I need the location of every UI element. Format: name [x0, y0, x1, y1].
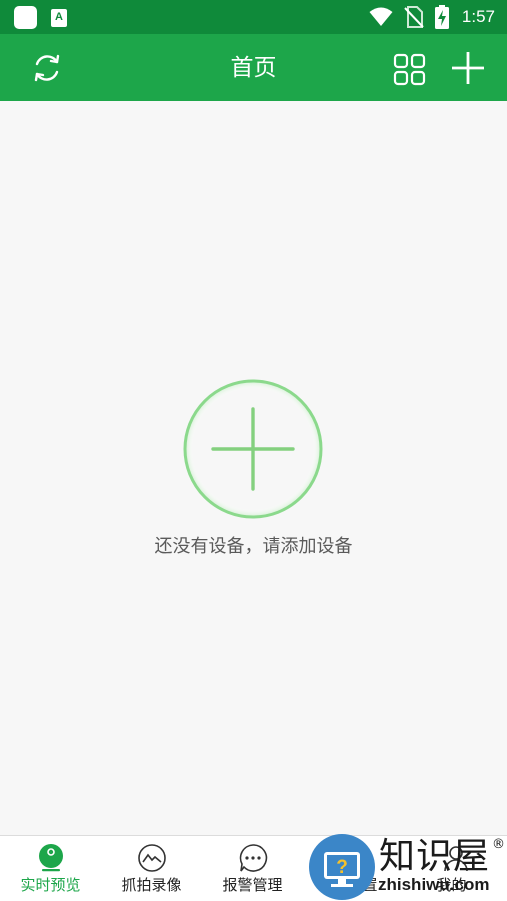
add-circle-icon — [183, 379, 323, 519]
picture-icon — [138, 844, 166, 872]
add-device-button[interactable] — [449, 49, 487, 87]
grid-view-button[interactable] — [393, 53, 426, 86]
add-device-circle-button[interactable] — [181, 377, 325, 521]
wifi-icon — [369, 7, 393, 26]
status-right: 1:57 — [369, 5, 495, 29]
user-icon — [444, 846, 468, 872]
chat-bubble-icon — [239, 844, 268, 872]
page-title: 首页 — [230, 55, 277, 81]
nav-label: 报警管理 — [222, 876, 283, 894]
nav-label: 我的 — [436, 876, 467, 894]
status-bar: A 1:57 — [0, 0, 507, 34]
nav-label: 抓拍录像 — [121, 876, 182, 894]
main-content: 还没有设备，请添加设备 — [0, 101, 507, 835]
nav-item-capture-record[interactable]: 抓拍录像 — [101, 836, 202, 901]
status-time: 1:57 — [461, 7, 495, 26]
battery-charging-icon — [434, 5, 449, 29]
nav-label: 实时预览 — [20, 876, 81, 894]
status-left: A — [14, 6, 67, 29]
nav-item-alarm-management[interactable]: 报警管理 — [202, 836, 303, 901]
grid-view-icon — [393, 53, 426, 86]
nav-item-live-preview[interactable]: 实时预览 — [0, 836, 101, 901]
empty-device-message: 还没有设备，请添加设备 — [154, 536, 353, 557]
app-square-icon — [14, 6, 37, 29]
settings-icon — [343, 846, 367, 870]
camera-icon — [39, 844, 63, 872]
nav-item-mine[interactable]: 我的 — [405, 836, 506, 901]
nav-item-settings[interactable]: 设置 — [304, 836, 405, 901]
nav-label: 设置 — [347, 876, 378, 894]
bottom-nav: 实时预览 抓拍录像 报警管理 设置 我的 — [0, 835, 507, 901]
keyboard-a-icon: A — [51, 8, 67, 27]
no-sim-icon — [404, 6, 424, 28]
plus-icon — [452, 52, 484, 84]
app-bar: 首页 — [0, 34, 507, 101]
